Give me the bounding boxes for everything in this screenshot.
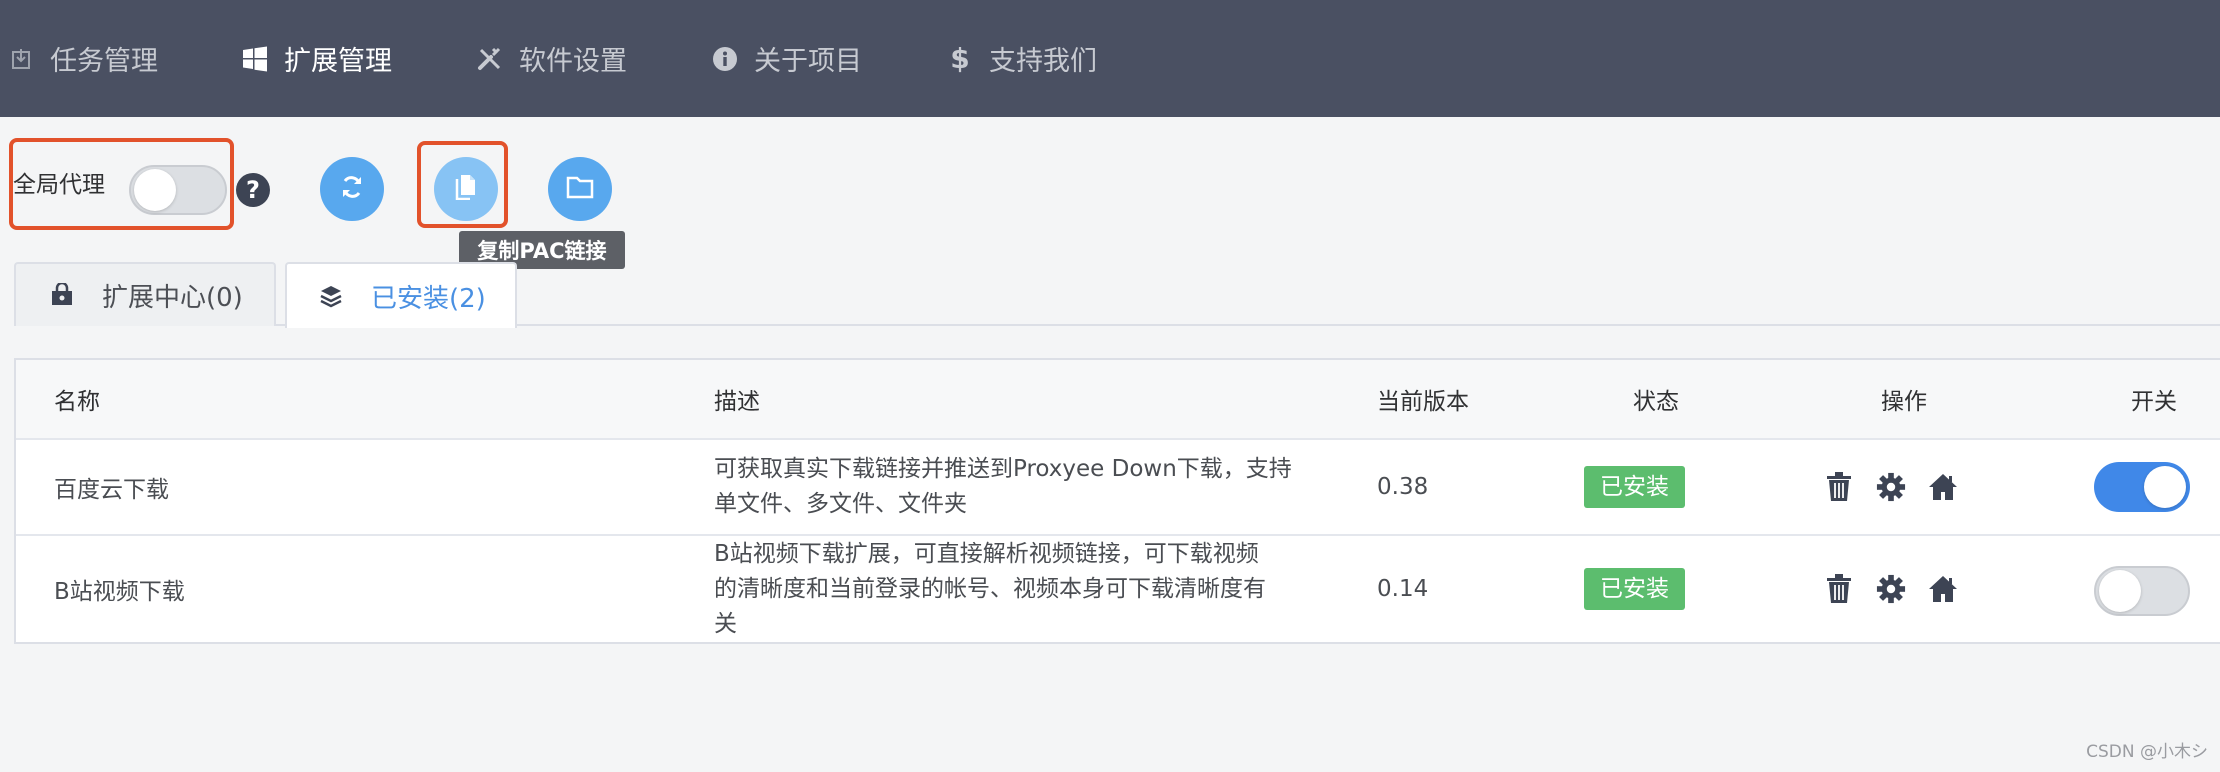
extension-description: B站视频下载扩展，可直接解析视频链接，可下载视频 的清晰度和当前登录的帐号、视频…: [714, 536, 1354, 642]
help-icon[interactable]: ?: [236, 173, 270, 207]
extension-version: 0.14: [1377, 576, 1429, 602]
description-line: B站视频下载扩展，可直接解析视频链接，可下载视频: [714, 540, 1259, 567]
copy-pac-button[interactable]: [434, 157, 498, 221]
table-row: 百度云下载 可获取真实下载链接并推送到Proxyee Down下载，支持 单文件…: [16, 440, 2220, 536]
refresh-icon: [339, 174, 365, 204]
tab-label: 扩展中心(0): [102, 282, 243, 313]
extension-name: B站视频下载: [54, 579, 185, 605]
status-cell: 已安装: [1584, 536, 1685, 642]
download-icon: [12, 46, 32, 72]
home-icon[interactable]: [1928, 470, 1958, 504]
trash-icon[interactable]: [1824, 572, 1854, 606]
global-proxy-label: 全局代理: [13, 172, 105, 198]
nav-item-about[interactable]: 关于项目: [712, 0, 862, 117]
description-line: 的清晰度和当前登录的帐号、视频本身可下载清晰度有: [714, 575, 1266, 602]
global-proxy-toggle[interactable]: [129, 165, 227, 215]
extensions-table: 名称 描述 当前版本 状态 操作 开关 百度云下载 可获取真实下载链接并推送到P…: [14, 358, 2220, 644]
column-header-name: 名称: [54, 389, 100, 415]
info-icon: [712, 46, 738, 72]
nav-item-tasks[interactable]: 任务管理: [12, 0, 158, 117]
windows-icon: [242, 46, 268, 72]
tab-label: 已安装(2): [371, 283, 486, 314]
extension-name: 百度云下载: [54, 477, 169, 503]
toggle-knob: [2099, 570, 2141, 612]
gear-icon[interactable]: [1876, 572, 1906, 606]
nav-item-label: 软件设置: [519, 46, 627, 77]
nav-item-label: 关于项目: [754, 46, 862, 77]
layers-icon: [317, 282, 345, 310]
extension-version: 0.38: [1377, 474, 1429, 500]
nav-item-extensions[interactable]: 扩展管理: [242, 0, 392, 117]
column-header-status: 状态: [1633, 389, 1679, 415]
nav-item-settings[interactable]: 软件设置: [477, 0, 627, 117]
watermark: CSDN @小木シ: [2086, 742, 2208, 762]
extension-description: 可获取真实下载链接并推送到Proxyee Down下载，支持 单文件、多文件、文…: [714, 440, 1354, 534]
nav-item-label: 任务管理: [50, 46, 158, 77]
description-line: 关: [714, 610, 737, 637]
nav-item-label: 支持我们: [989, 46, 1097, 77]
gear-icon[interactable]: [1876, 470, 1906, 504]
ops-cell: [1824, 536, 1958, 642]
toggle-knob: [134, 169, 176, 211]
folder-icon: [566, 175, 594, 203]
column-header-desc: 描述: [714, 389, 760, 415]
description-line: 可获取真实下载链接并推送到Proxyee Down下载，支持: [714, 456, 1292, 482]
table-row: B站视频下载 B站视频下载扩展，可直接解析视频链接，可下载视频 的清晰度和当前登…: [16, 536, 2220, 642]
shopping-bag-icon: [48, 281, 76, 309]
column-header-ops: 操作: [1881, 389, 1927, 415]
extension-enable-toggle[interactable]: [2094, 566, 2190, 616]
home-icon[interactable]: [1928, 572, 1958, 606]
status-cell: 已安装: [1584, 440, 1685, 534]
copy-icon: [455, 174, 477, 204]
tools-icon: [477, 46, 503, 72]
nav-item-label: 扩展管理: [284, 46, 392, 77]
refresh-button[interactable]: [320, 157, 384, 221]
tab-installed[interactable]: 已安装(2): [285, 262, 517, 328]
toggle-knob: [2144, 466, 2186, 508]
tab-extension-center[interactable]: 扩展中心(0): [14, 262, 276, 326]
open-folder-button[interactable]: [548, 157, 612, 221]
ops-cell: [1824, 440, 1958, 534]
trash-icon[interactable]: [1824, 470, 1854, 504]
status-badge: 已安装: [1584, 568, 1685, 610]
column-header-version: 当前版本: [1377, 389, 1469, 415]
status-badge: 已安装: [1584, 466, 1685, 508]
nav-item-support[interactable]: $ 支持我们: [947, 0, 1097, 117]
top-nav: 任务管理 扩展管理 软件设置 关于项目 $ 支持我们: [0, 0, 2220, 117]
description-line: 单文件、多文件、文件夹: [714, 491, 967, 517]
table-header: 名称 描述 当前版本 状态 操作 开关: [16, 360, 2220, 440]
column-header-switch: 开关: [2131, 389, 2177, 415]
extension-enable-toggle[interactable]: [2094, 462, 2190, 512]
dollar-icon: $: [950, 42, 970, 75]
